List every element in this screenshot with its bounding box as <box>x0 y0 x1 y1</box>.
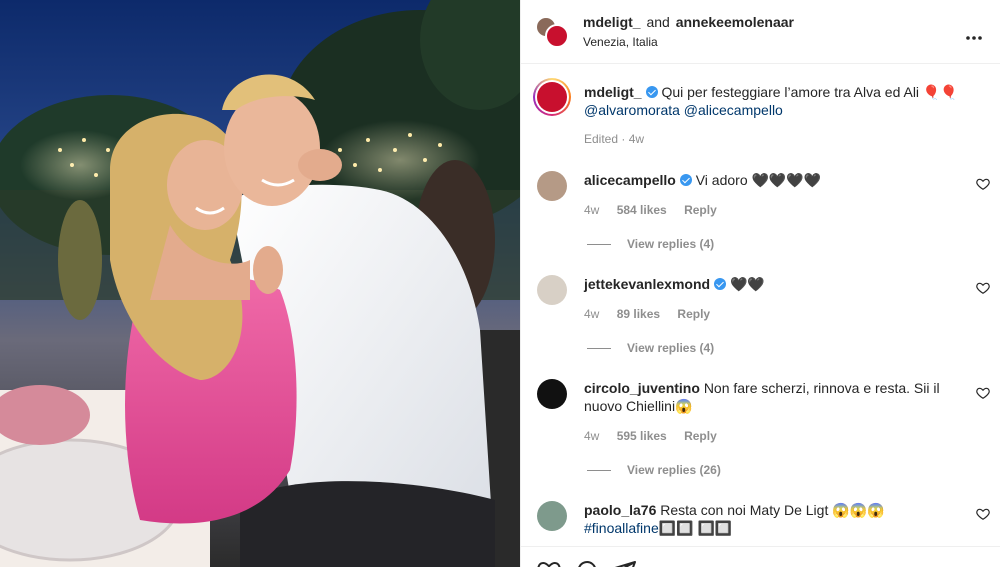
heart-icon[interactable] <box>976 507 990 521</box>
comment-likes[interactable]: 595 likes <box>617 429 667 443</box>
comment-avatar[interactable] <box>537 275 567 305</box>
comment-meta: 4w 584 likes Reply <box>584 203 731 217</box>
comment-meta: 4w 89 likes Reply <box>584 307 724 321</box>
caption-edited: Edited · 4w <box>584 132 645 146</box>
reply-button[interactable]: Reply <box>677 307 710 321</box>
comment-text-block: jettekevanlexmond 🖤🖤 <box>584 275 964 293</box>
comment-text-block: paolo_la76 Resta con noi Maty De Ligt 😱😱… <box>584 501 964 537</box>
post-header: mdeligt_ and annekeemolenaar Venezia, It… <box>521 0 1000 64</box>
view-replies-button[interactable]: View replies (4) <box>587 341 714 355</box>
comment-hashtag[interactable]: #finoallafine <box>584 520 659 536</box>
heart-icon[interactable] <box>537 559 561 567</box>
comment-meta: 4w 595 likes Reply <box>584 429 731 443</box>
comment-icon[interactable] <box>575 559 599 567</box>
verified-badge-icon <box>679 174 692 186</box>
verified-badge-icon <box>645 86 658 98</box>
authors-conjunction: and <box>646 14 670 30</box>
comment-text: 🖤🖤 <box>729 276 765 292</box>
view-replies-button[interactable]: View replies (4) <box>587 237 714 251</box>
comment-avatar[interactable] <box>537 171 567 201</box>
comment-username[interactable]: circolo_juventino <box>584 380 700 396</box>
comment-avatar[interactable] <box>537 501 567 531</box>
caption-text-block: mdeligt_ Qui per festeggiare l’amore tra… <box>584 83 964 119</box>
post-photo[interactable] <box>0 0 520 567</box>
comment-text: Resta con noi Maty De Ligt 😱😱😱 <box>660 502 885 518</box>
reply-button[interactable]: Reply <box>684 429 717 443</box>
heart-icon[interactable] <box>976 281 990 295</box>
divider-line <box>587 470 611 472</box>
author-username-1[interactable]: mdeligt_ <box>583 14 641 30</box>
comment-text: Vi adoro 🖤🖤🖤🖤 <box>695 172 822 188</box>
heart-icon[interactable] <box>976 177 990 191</box>
author-avatar-2[interactable] <box>545 24 569 48</box>
post-authors: mdeligt_ and annekeemolenaar <box>583 14 794 30</box>
comment-username[interactable]: jettekevanlexmond <box>584 276 710 292</box>
post-modal: mdeligt_ and annekeemolenaar Venezia, It… <box>0 0 1000 567</box>
comment-time: 4w <box>584 307 600 321</box>
author-username-2[interactable]: annekeemolenaar <box>676 14 794 30</box>
share-icon[interactable] <box>613 559 637 567</box>
comment-tail: 🔲🔲 🔲🔲 <box>658 520 733 536</box>
divider-line <box>587 348 611 350</box>
caption-username[interactable]: mdeligt_ <box>584 84 642 100</box>
caption-text: Qui per festeggiare l’amore tra Alva ed … <box>661 84 958 100</box>
post-actions-bar <box>521 546 1000 567</box>
comment-text-block: alicecampello Vi adoro 🖤🖤🖤🖤 <box>584 171 964 189</box>
comment-time: 4w <box>584 429 600 443</box>
verified-badge-icon <box>714 278 727 290</box>
caption-mentions[interactable]: @alvaromorata @alicecampello <box>584 102 783 118</box>
heart-icon[interactable] <box>976 386 990 400</box>
post-image <box>0 0 520 567</box>
reply-button[interactable]: Reply <box>684 203 717 217</box>
comment-time: 4w <box>584 203 600 217</box>
comment-username[interactable]: alicecampello <box>584 172 676 188</box>
comment-avatar[interactable] <box>537 379 567 409</box>
post-details-panel: mdeligt_ and annekeemolenaar Venezia, It… <box>520 0 1000 567</box>
view-replies-button[interactable]: View replies (26) <box>587 463 721 477</box>
comment-username[interactable]: paolo_la76 <box>584 502 656 518</box>
comment-likes[interactable]: 89 likes <box>617 307 660 321</box>
comment-text-block: circolo_juventino Non fare scherzi, rinn… <box>584 379 964 415</box>
more-horizontal-icon[interactable] <box>965 28 983 40</box>
caption-avatar[interactable] <box>533 78 571 116</box>
post-location[interactable]: Venezia, Italia <box>583 35 658 49</box>
comment-likes[interactable]: 584 likes <box>617 203 667 217</box>
divider-line <box>587 244 611 246</box>
